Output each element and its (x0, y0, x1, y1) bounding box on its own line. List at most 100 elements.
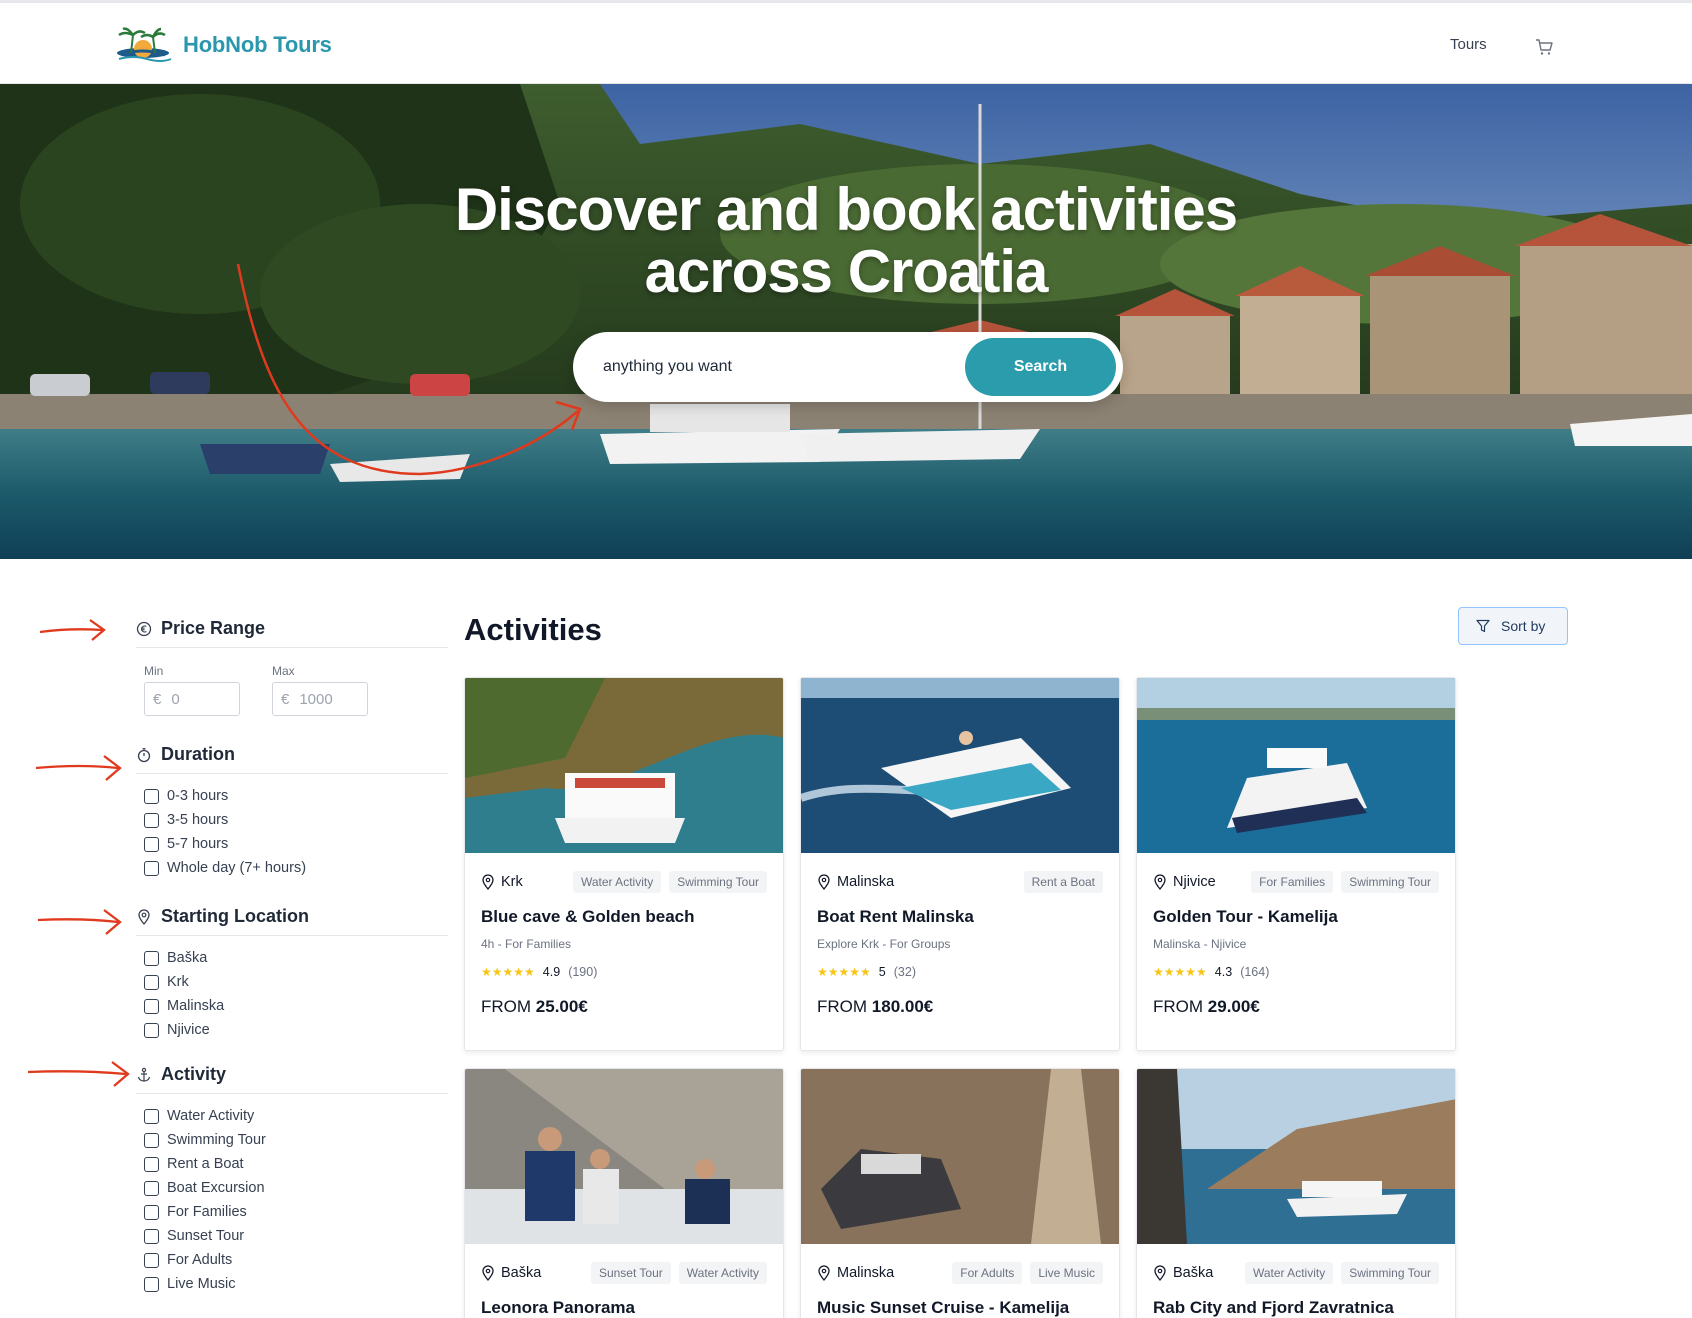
nav-tours-link[interactable]: Tours (1450, 36, 1487, 53)
star-rating-icon: ★★★★★ (481, 965, 535, 979)
card-title[interactable]: Boat Rent Malinska (817, 907, 1103, 927)
duration-option[interactable]: 0-3 hours (144, 784, 448, 808)
max-price-value: 1000 (299, 690, 333, 708)
checkbox[interactable] (144, 1180, 159, 1196)
search-input[interactable] (603, 354, 943, 380)
checkbox[interactable] (144, 1252, 159, 1268)
checkbox[interactable] (144, 1108, 159, 1124)
speedboat-photo (801, 678, 1119, 853)
location-option[interactable]: Malinska (144, 994, 448, 1018)
activity-option[interactable]: For Adults (144, 1248, 448, 1272)
cart-icon[interactable] (1534, 37, 1554, 57)
activity-option[interactable]: Swimming Tour (144, 1128, 448, 1152)
card-rating: ★★★★★ 4.3 (164) (1153, 965, 1439, 979)
filter-header-duration: Duration (136, 736, 448, 774)
currency-symbol: € (153, 690, 162, 708)
option-label: For Adults (167, 1252, 233, 1268)
brand-logo[interactable]: HobNob Tours (113, 25, 332, 65)
option-label: Swimming Tour (167, 1132, 266, 1148)
search-bar: Search (573, 332, 1123, 402)
rating-count: (32) (893, 965, 916, 979)
palm-island-logo-icon (117, 27, 172, 62)
activity-card[interactable]: Baška Sunset Tour Water Activity Leonora… (464, 1068, 784, 1318)
card-location-name: Njivice (1173, 874, 1216, 890)
activity-card[interactable]: Njivice For Families Swimming Tour Golde… (1136, 677, 1456, 1051)
rating-value: 4.9 (542, 965, 561, 979)
passengers-cliffs-photo (465, 1069, 783, 1244)
activity-option[interactable]: Water Activity (144, 1104, 448, 1128)
map-pin-icon (1154, 874, 1166, 890)
checkbox[interactable] (144, 1276, 159, 1292)
card-title[interactable]: Golden Tour - Kamelija (1153, 907, 1439, 927)
activity-option[interactable]: Sunset Tour (144, 1224, 448, 1248)
min-price-label: Min (144, 664, 164, 678)
checkbox[interactable] (144, 836, 159, 852)
card-location: Baška (1153, 1265, 1213, 1281)
checkbox[interactable] (144, 788, 159, 804)
option-label: For Families (167, 1204, 247, 1220)
min-price-input[interactable]: € 0 (144, 682, 240, 716)
checkbox[interactable] (144, 974, 159, 990)
checkbox[interactable] (144, 998, 159, 1014)
max-price-input[interactable]: € 1000 (272, 682, 368, 716)
checkbox[interactable] (144, 1132, 159, 1148)
location-option[interactable]: Krk (144, 970, 448, 994)
card-title[interactable]: Leonora Panorama (481, 1298, 767, 1318)
duration-option[interactable]: Whole day (7+ hours) (144, 856, 448, 880)
price-value: 180.00€ (871, 997, 934, 1016)
card-title[interactable]: Rab City and Fjord Zavratnica (1153, 1298, 1439, 1318)
card-location: Krk (481, 874, 523, 890)
stopwatch-icon (137, 747, 151, 762)
activity-option[interactable]: Live Music (144, 1272, 448, 1296)
option-label: 5-7 hours (167, 836, 229, 852)
card-location: Malinska (817, 1265, 894, 1281)
checkbox[interactable] (144, 1022, 159, 1038)
card-tag: Live Music (1030, 1262, 1103, 1284)
option-label: 0-3 hours (167, 788, 229, 804)
sunset-cruise-photo (801, 1069, 1119, 1244)
activity-card[interactable]: Malinska Rent a Boat Boat Rent Malinska … (800, 677, 1120, 1051)
map-pin-icon (818, 874, 830, 890)
hero-banner: Discover and book activities across Croa… (0, 84, 1692, 559)
map-pin-icon (138, 908, 150, 925)
card-title[interactable]: Music Sunset Cruise - Kamelija (817, 1298, 1103, 1318)
option-label: Whole day (7+ hours) (167, 860, 307, 876)
activity-card[interactable]: Krk Water Activity Swimming Tour Blue ca… (464, 677, 784, 1051)
card-location: Baška (481, 1265, 541, 1281)
option-label: Live Music (167, 1276, 236, 1292)
search-button[interactable]: Search (965, 338, 1116, 396)
hero-title-line-2: across Croatia (644, 238, 1049, 305)
checkbox[interactable] (144, 1156, 159, 1172)
activity-card[interactable]: Baška Water Activity Swimming Tour Rab C… (1136, 1068, 1456, 1318)
checkbox[interactable] (144, 950, 159, 966)
rating-value: 4.3 (1214, 965, 1233, 979)
activity-option[interactable]: Rent a Boat (144, 1152, 448, 1176)
location-option[interactable]: Baška (144, 946, 448, 970)
max-price-label: Max (272, 664, 295, 678)
activity-option[interactable]: For Families (144, 1200, 448, 1224)
checkbox[interactable] (144, 860, 159, 876)
location-option[interactable]: Njivice (144, 1018, 448, 1042)
option-label: Water Activity (167, 1108, 255, 1124)
map-pin-icon (1154, 1265, 1166, 1281)
map-pin-icon (482, 1265, 494, 1281)
page-title: Activities (464, 612, 602, 647)
option-label: Krk (167, 974, 189, 990)
rating-count: (164) (1240, 965, 1270, 979)
duration-option[interactable]: 3-5 hours (144, 808, 448, 832)
sort-by-button[interactable]: Sort by (1458, 607, 1568, 645)
card-location-name: Malinska (837, 1265, 895, 1281)
filter-title-activity: Activity (161, 1064, 227, 1084)
checkbox[interactable] (144, 1228, 159, 1244)
activity-option[interactable]: Boat Excursion (144, 1176, 448, 1200)
hero-title: Discover and book activities across Croa… (0, 179, 1692, 303)
duration-option[interactable]: 5-7 hours (144, 832, 448, 856)
card-title[interactable]: Blue cave & Golden beach (481, 907, 767, 927)
card-tag: Water Activity (678, 1262, 767, 1284)
card-price: FROM 29.00€ (1153, 997, 1439, 1017)
checkbox[interactable] (144, 1204, 159, 1220)
filter-funnel-icon (1476, 619, 1490, 633)
activity-card[interactable]: Malinska For Adults Live Music Music Sun… (800, 1068, 1120, 1318)
checkbox[interactable] (144, 812, 159, 828)
card-tag: Swimming Tour (1341, 1262, 1439, 1284)
